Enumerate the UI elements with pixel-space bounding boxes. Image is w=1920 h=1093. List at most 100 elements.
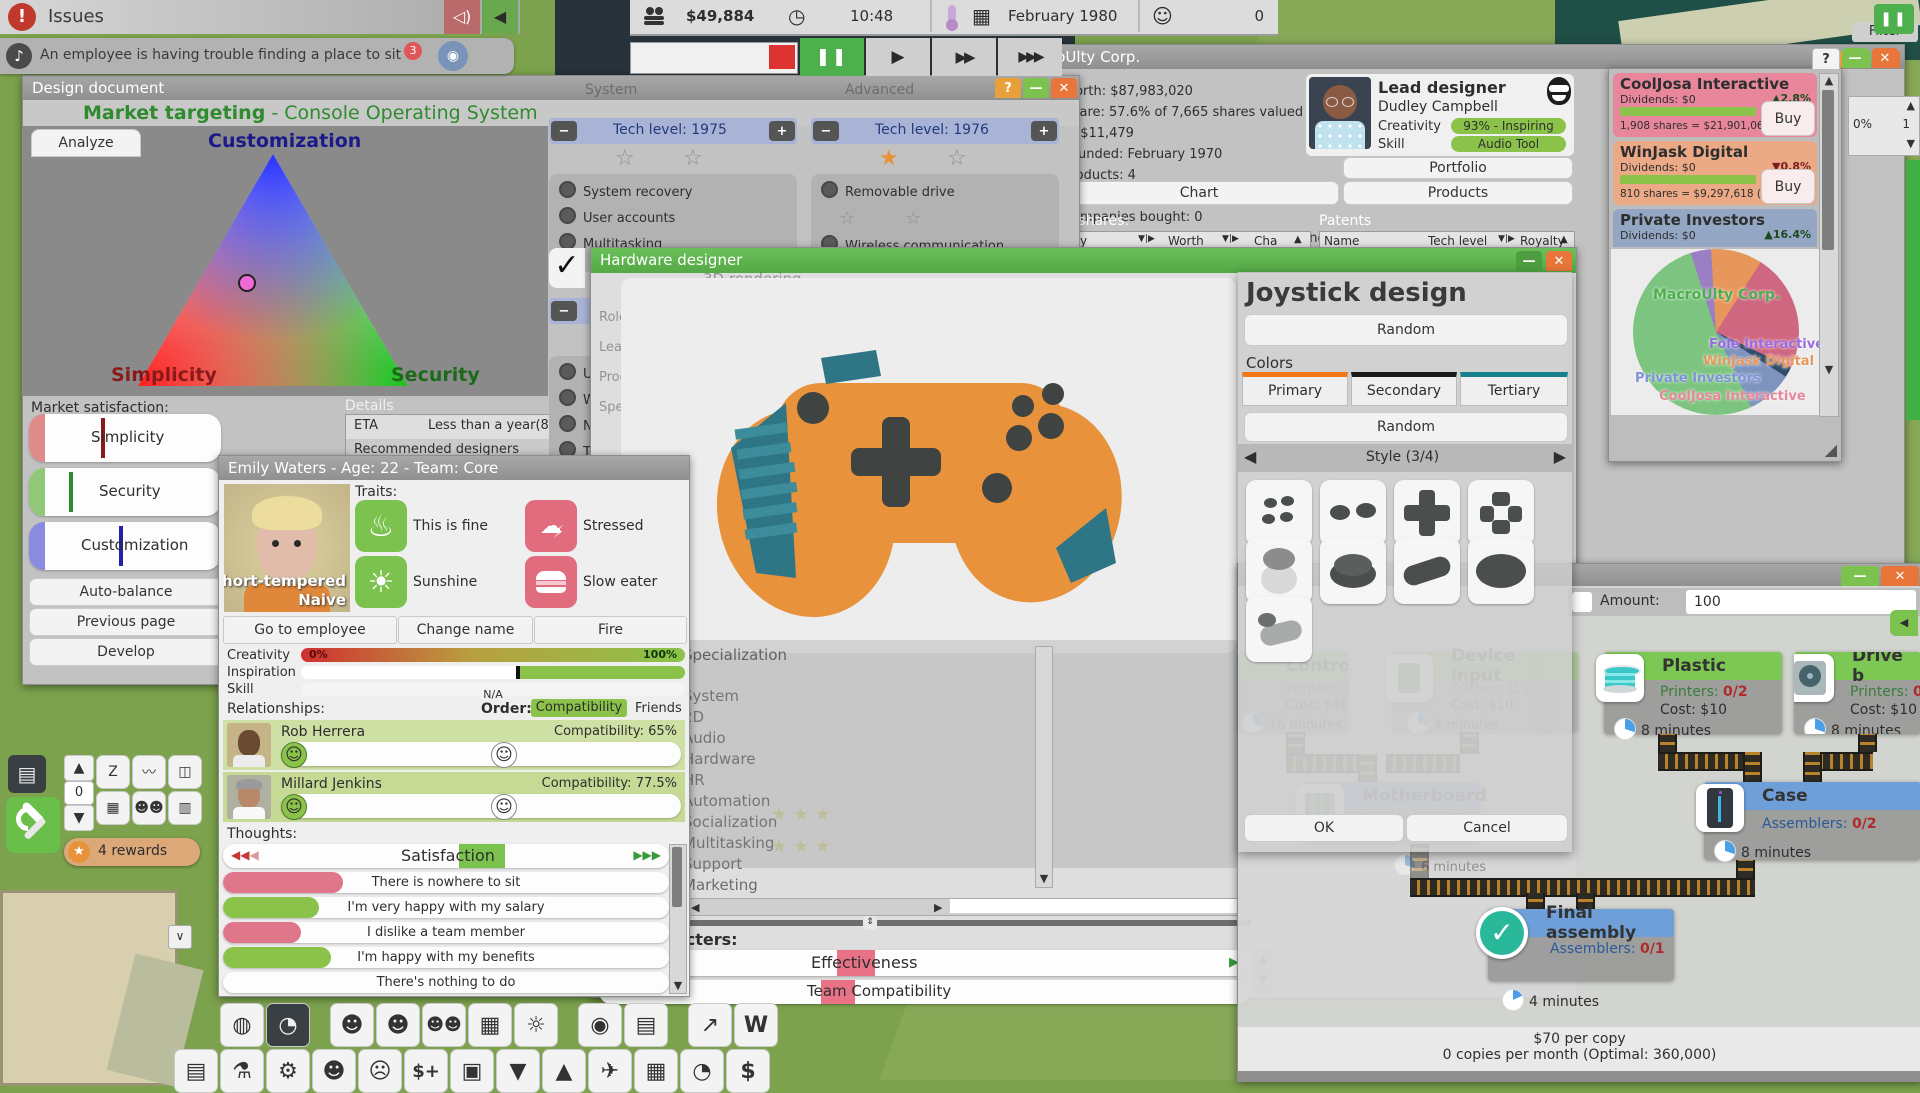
next-icons[interactable]: ▶▶▶ [633,848,661,862]
toolbar-growth[interactable]: ↗ [688,1003,732,1047]
node-plastic[interactable]: Plastic Printers: 0/2 Cost: $10 8 minute… [1596,652,1782,740]
skills-hscrollbar[interactable]: ◀ ▶ [687,898,1239,916]
side-tab[interactable]: ◀ [1890,610,1918,636]
thoughts-scrollbar[interactable]: ▼ [669,844,687,994]
radio-icon[interactable] [821,181,838,198]
pause-button[interactable]: ❚❚ [800,38,864,76]
team-compatibility-row[interactable]: Team Compatibility [599,980,1249,1004]
tech-minus-button[interactable]: − [551,301,577,321]
mute-button[interactable]: ◁) [444,0,480,34]
toolbar-ideas[interactable]: ☼ [514,1003,558,1047]
minimize-button[interactable]: — [1841,566,1879,586]
spinner-down-button[interactable]: ▼ [64,805,94,831]
help-button[interactable]: ? [995,78,1021,98]
toolbar-employee[interactable]: ☻ [330,1003,374,1047]
tool-staff-button[interactable]: ☻☻ [132,791,166,825]
tech-star-icon[interactable]: ☆ [615,146,635,171]
previous-page-button[interactable]: Previous page [29,608,223,636]
notification-bar[interactable]: ♪ An employee is having trouble finding … [0,38,514,74]
radio-icon[interactable] [559,181,576,198]
style-dpad-cross[interactable] [1394,480,1460,546]
scroll-chevron-button[interactable]: ∨ [168,925,192,949]
tech-star-icon[interactable]: ☆ [683,146,703,171]
style-round-pad[interactable] [1320,538,1386,604]
stock-scrollbar[interactable]: ▲ ▼ [1819,73,1839,417]
thought-category-header[interactable]: ◀◀◀ Satisfaction ▶▶▶ [223,844,669,868]
design-doc-titlebar[interactable]: Design document [23,76,1079,100]
col-name[interactable]: Name [1324,234,1359,248]
controller-preview[interactable] [621,278,1236,653]
secondary-color-tab[interactable]: Secondary [1351,372,1457,406]
toolbar-publisher[interactable]: ✈ [588,1049,632,1093]
minimize-button[interactable]: — [1023,78,1049,98]
triangle-marker[interactable] [238,274,256,292]
node-final-assembly[interactable]: Final assembly ✓ Assemblers: 0/1 4 minut… [1476,903,1674,1011]
analyze-tab[interactable]: Analyze [31,129,141,157]
style-prev-icon[interactable]: ◀ [1244,447,1256,466]
skills-vscrollbar[interactable]: ▼ [1035,646,1053,888]
ok-button[interactable]: OK [1244,814,1404,842]
effectiveness-row[interactable]: ◀◀ Effectiveness ▶ [599,950,1249,976]
amount-input[interactable]: 100 [1686,590,1916,614]
tech-minus-button[interactable]: − [813,121,839,141]
col-worth[interactable]: Worth [1168,234,1204,248]
toolbar-contracts[interactable]: ▤ [174,1049,218,1093]
fast-forward-button[interactable]: ▶▶ [932,38,996,76]
radio-icon[interactable] [559,207,576,224]
minimize-button[interactable]: — [1842,48,1868,68]
products-button[interactable]: Products [1343,181,1573,205]
prev-icons[interactable]: ◀◀◀ [231,848,259,862]
tech-minus-button[interactable]: − [551,121,577,141]
portfolio-button[interactable]: Portfolio [1343,157,1573,179]
fastest-button[interactable]: ▶▶▶ [998,38,1062,76]
go-to-employee-button[interactable]: Go to employee [223,616,397,644]
fire-button[interactable]: Fire [534,616,687,644]
scroll-left-icon[interactable]: ◀ [691,901,699,914]
random-color-button[interactable]: Random [1244,412,1568,442]
node-drive-bay[interactable]: Drive b Printers: 0/2 Cost: $10 8 minute… [1794,652,1920,734]
close-button[interactable]: ✕ [1051,78,1077,98]
feature-star-icon[interactable]: ☆ [839,208,855,229]
tool-room-button[interactable]: ◫ [168,755,202,789]
style-buttons-4[interactable] [1246,480,1312,546]
rewards-button[interactable]: ★ 4 rewards [64,838,200,866]
market-triangle[interactable] [138,154,408,386]
col-royalty[interactable]: Royalty [1520,234,1565,248]
style-buttons-2[interactable] [1320,480,1386,546]
close-button[interactable]: ✕ [1872,48,1898,68]
view-notification-button[interactable]: ◉ [438,41,468,71]
buy-button[interactable]: Buy [1761,169,1815,204]
radio-icon[interactable] [559,363,576,380]
style-dpad-split[interactable] [1468,480,1534,546]
col-techlevel[interactable]: Tech level [1428,234,1487,248]
toolbar-reports[interactable]: ◔ [680,1049,724,1093]
sort-icon[interactable]: ▼|▶ [1222,234,1239,244]
radio-icon[interactable] [559,389,576,406]
sort-icon[interactable]: ▼|▶ [1498,234,1515,244]
style-joystick-knob[interactable] [1246,538,1312,604]
radio-icon[interactable] [559,415,576,432]
toolbar-web[interactable]: ◉ [578,1003,622,1047]
change-name-button[interactable]: Change name [398,616,533,644]
spinner-up-button[interactable]: ▲ [64,755,94,781]
toolbar-research[interactable]: ⚗ [220,1049,264,1093]
close-button[interactable]: ✕ [1881,566,1919,586]
toolbar-export[interactable]: ▲ [542,1049,586,1093]
tool-path-button[interactable]: 〰 [132,755,166,789]
play-button[interactable]: ▶ [866,38,930,76]
cancel-button[interactable]: Cancel [1406,814,1568,842]
random-design-button[interactable]: Random [1244,314,1568,346]
tech-star-icon[interactable]: ★ [879,146,899,171]
chart-button[interactable]: Chart [1059,181,1339,205]
scroll-up-icon[interactable]: ▲ [1560,234,1568,245]
spinner-up-icon[interactable]: ▲ [1907,99,1915,112]
toolbar-salary[interactable]: $+ [404,1049,448,1093]
tech-plus-button[interactable]: + [1031,121,1057,141]
buy-button[interactable]: Buy [1761,101,1815,136]
toolbar-world-dark[interactable]: ◔ [266,1003,310,1047]
feature-item[interactable]: Removable drive [821,180,1059,206]
build-wrench-button[interactable] [6,797,60,853]
relation-slider[interactable]: ☺ ☺ [281,794,681,820]
layers-button[interactable]: ▤ [8,755,46,793]
resize-handle-icon[interactable]: ◢ [1825,440,1837,459]
